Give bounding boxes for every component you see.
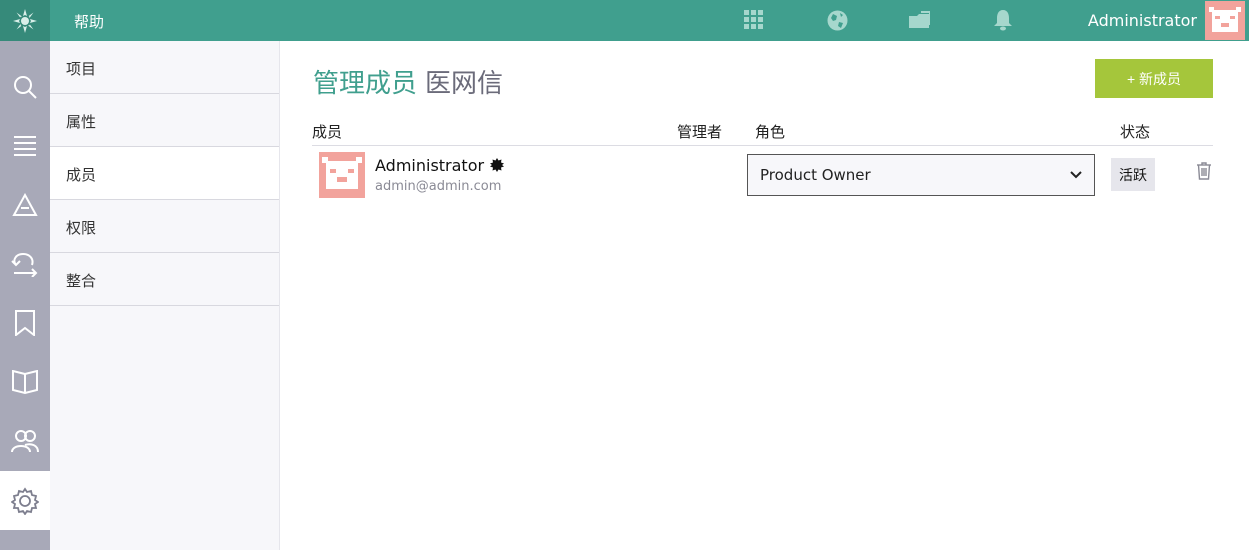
subnav-item-label: 成员 (66, 166, 97, 184)
user-avatar[interactable] (1205, 1, 1245, 40)
folder-icon[interactable] (909, 9, 931, 31)
column-header-status: 状态 (1120, 123, 1151, 141)
subnav-item-permissions[interactable]: 权限 (50, 200, 279, 253)
trash-icon[interactable] (1196, 162, 1212, 184)
apps-grid-icon[interactable] (743, 9, 765, 31)
top-bar: 帮助 Administrator (0, 0, 1249, 41)
role-select-value: Product Owner (760, 166, 871, 184)
subnav-item-projects[interactable]: 项目 (50, 41, 279, 94)
settings-subnav: 项目 属性 成员 权限 整合 (50, 41, 280, 550)
book-icon[interactable] (0, 352, 50, 411)
main-content: 管理成员 医网信 + 新成员 成员 管理者 角色 状态 Administrator… (280, 41, 1249, 550)
column-header-member: 成员 (312, 123, 343, 141)
list-icon[interactable] (0, 116, 50, 175)
cycle-icon[interactable] (0, 234, 50, 293)
subnav-item-label: 项目 (66, 60, 97, 78)
help-link[interactable]: 帮助 (74, 11, 104, 32)
subnav-item-integrations[interactable]: 整合 (50, 253, 279, 306)
subnav-item-label: 属性 (66, 113, 97, 131)
page-title-project: 医网信 (425, 69, 504, 99)
bookmark-icon[interactable] (0, 293, 50, 352)
member-name-text: Administrator (375, 156, 485, 175)
users-icon[interactable] (0, 411, 50, 470)
column-header-role: 角色 (755, 123, 786, 141)
status-badge[interactable]: 活跃 (1111, 158, 1155, 191)
logo-icon (13, 8, 37, 33)
add-member-button[interactable]: + 新成员 (1095, 59, 1213, 98)
page-title: 管理成员 医网信 (313, 63, 503, 100)
triangle-icon[interactable] (0, 175, 50, 234)
globe-icon[interactable] (826, 9, 848, 31)
member-avatar (319, 152, 365, 198)
subnav-item-members[interactable]: 成员 (50, 147, 279, 200)
logo[interactable] (0, 0, 50, 41)
member-email: admin@admin.com (375, 179, 502, 194)
table-row: Administrator admin@admin.com Product Ow… (312, 146, 1213, 206)
subnav-item-label: 整合 (66, 272, 97, 290)
role-select[interactable]: Product Owner (747, 154, 1095, 196)
chevron-down-icon (1070, 171, 1082, 179)
subnav-item-attributes[interactable]: 属性 (50, 94, 279, 147)
settings-icon[interactable] (0, 471, 50, 530)
members-table-header: 成员 管理者 角色 状态 (312, 121, 1213, 146)
search-icon[interactable] (0, 57, 50, 116)
user-name[interactable]: Administrator (1088, 11, 1197, 30)
page-title-primary: 管理成员 (313, 69, 418, 99)
column-header-admin: 管理者 (677, 123, 723, 141)
subnav-item-label: 权限 (66, 219, 97, 237)
member-name: Administrator (375, 156, 505, 176)
icon-sidebar (0, 41, 50, 550)
bell-icon[interactable] (992, 9, 1014, 31)
admin-badge-icon (490, 157, 505, 176)
